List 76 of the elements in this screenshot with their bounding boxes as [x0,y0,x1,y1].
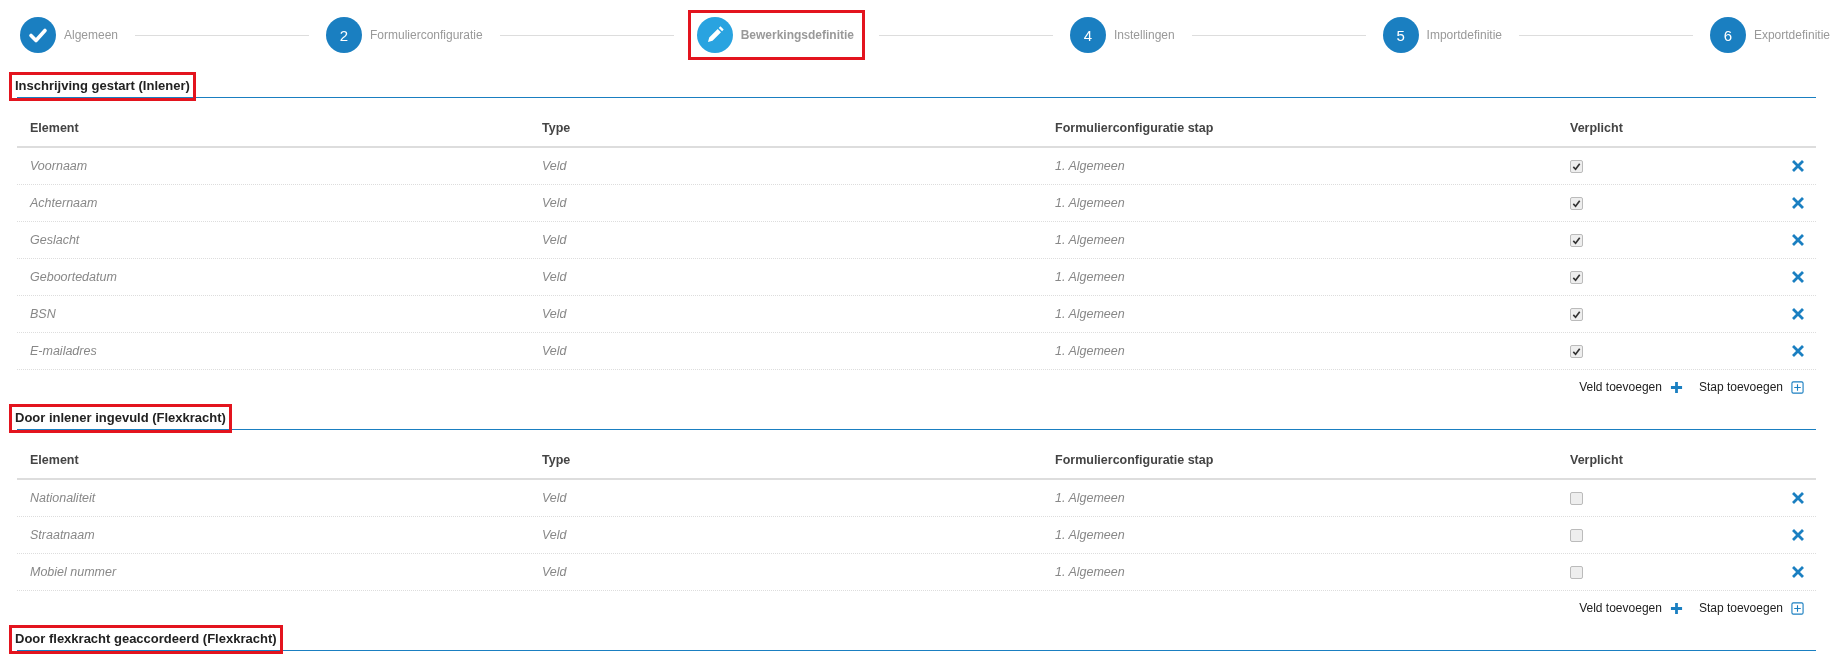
plus-icon [1669,380,1683,394]
checkbox[interactable] [1570,196,1583,210]
table-cell-text: Nationaliteit [29,491,97,505]
table-cell-text: Veld [542,565,568,579]
plus-icon [1669,601,1683,615]
table-cell-text: BSN [29,307,57,321]
close-icon[interactable] [1792,345,1804,357]
table-cell-text: Veld [542,233,568,247]
checkbox[interactable] [1570,307,1583,321]
check-icon[interactable] [20,17,56,53]
section-title: Inschrijving gestart (Inlener) [9,72,196,101]
add-step-link[interactable]: Stap toevoegen [1698,380,1804,394]
pencil-icon[interactable] [696,17,733,53]
step-label[interactable]: Bewerkingsdefinitie [740,28,854,42]
column-header: Type [542,121,572,135]
table-cell-text: Veld [542,344,568,358]
column-header: Verplicht [1570,453,1624,467]
table-cell-text: Straatnaam [29,528,96,542]
table-cell-text: 1. Algemeen [1055,307,1126,321]
table-cell-text: Achternaam [28,196,99,210]
column-header: Element [29,453,80,467]
plus-square-icon [1791,601,1804,615]
table-cell-text: 1. Algemeen [1055,565,1126,579]
column-header: Element [29,121,80,135]
table-cell-text: Mobiel nummer [29,565,118,579]
table-cell-text: E-mailadres [29,344,98,358]
table-cell-text: Geboortedatum [29,270,118,284]
add-field-link[interactable]: Veld toevoegen [1579,380,1683,394]
column-header: Formulierconfiguratie stap [1055,121,1215,135]
table-cell-text: Veld [542,491,568,505]
column-header: Type [542,453,572,467]
table-cell-text: Voornaam [29,159,89,173]
column-header: Formulierconfiguratie stap [1055,453,1215,467]
table-cell-text: Veld [542,307,568,321]
table-cell-text: 1. Algemeen [1055,344,1126,358]
close-icon[interactable] [1792,566,1804,578]
table-cell-text: Geslacht [29,233,81,247]
checkbox[interactable] [1570,159,1583,173]
table-cell-text: 1. Algemeen [1055,491,1126,505]
step-number[interactable]: 6 [1709,17,1746,53]
table-cell-text: 1. Algemeen [1055,270,1126,284]
step-label[interactable]: Instellingen [1113,28,1175,42]
section-title: Door flexkracht geaccordeerd (Flexkracht) [9,625,283,654]
add-field-link[interactable]: Veld toevoegen [1579,601,1683,615]
table-cell-text: 1. Algemeen [1055,233,1126,247]
checkbox[interactable] [1570,528,1583,542]
step-label[interactable]: Importdefinitie [1426,28,1502,42]
column-header: Verplicht [1570,121,1624,135]
checkbox[interactable] [1570,565,1583,579]
table-cell-text: Veld [542,528,568,542]
table-cell-text: 1. Algemeen [1055,528,1126,542]
table-cell-text: 1. Algemeen [1055,196,1126,210]
checkbox[interactable] [1570,270,1583,284]
step-label[interactable]: Algemeen [64,28,119,42]
checkbox[interactable] [1570,233,1583,247]
step-label[interactable]: Formulierconfiguratie [370,28,483,42]
table-cell-text: Veld [542,196,568,210]
close-icon[interactable] [1792,529,1804,541]
close-icon[interactable] [1792,197,1804,209]
step-number[interactable]: 4 [1069,17,1106,53]
close-icon[interactable] [1792,308,1804,320]
table-cell-text: Veld [542,159,568,173]
checkbox[interactable] [1570,344,1583,358]
plus-square-icon [1791,380,1804,394]
table-cell-text: 1. Algemeen [1055,159,1126,173]
checkbox[interactable] [1570,491,1583,505]
close-icon[interactable] [1792,160,1804,172]
add-step-link[interactable]: Stap toevoegen [1698,601,1804,615]
table-cell-text: Veld [542,270,568,284]
step-label[interactable]: Exportdefinitie [1753,28,1830,42]
close-icon[interactable] [1792,234,1804,246]
close-icon[interactable] [1792,271,1804,283]
step-number[interactable]: 5 [1382,17,1419,53]
section-title: Door inlener ingevuld (Flexkracht) [9,404,232,433]
close-icon[interactable] [1792,492,1804,504]
step-number[interactable]: 2 [326,17,362,53]
